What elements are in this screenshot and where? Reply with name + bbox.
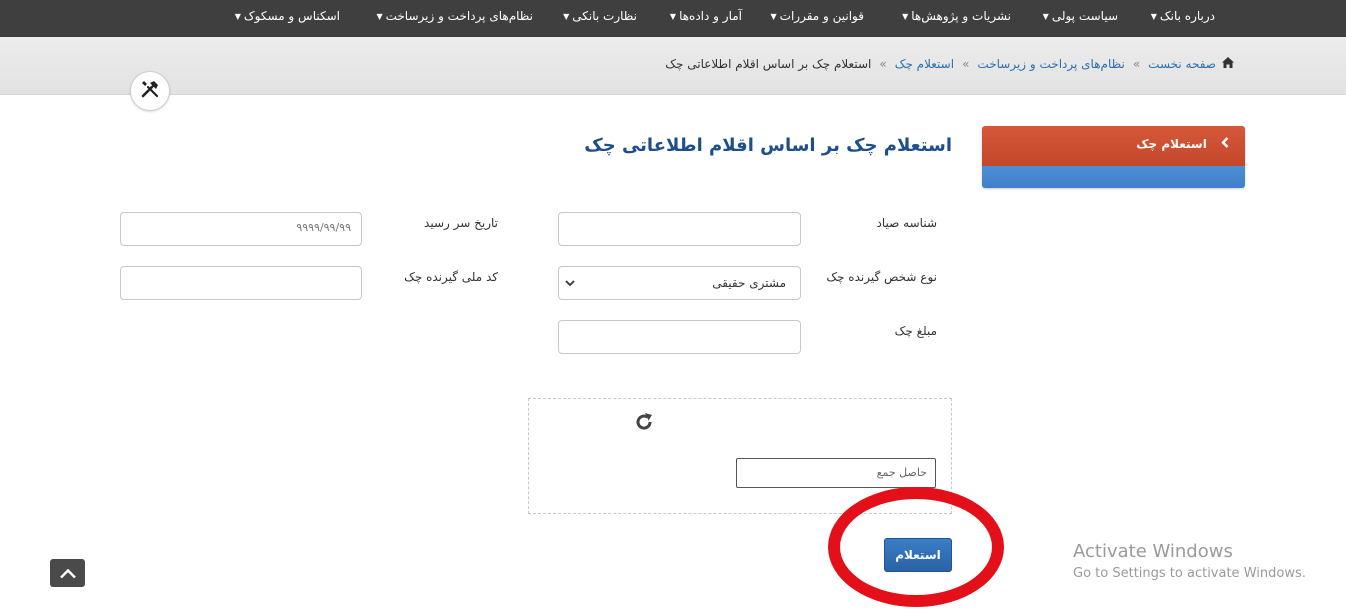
page-title: استعلام چک بر اساس اقلام اطلاعاتی چک bbox=[584, 135, 952, 156]
nav-item-statistics[interactable]: آمار و داده‌ها▼ bbox=[670, 9, 742, 23]
chevron-left-icon bbox=[1217, 137, 1229, 151]
breadcrumb-payment-systems[interactable]: نظام‌های پرداخت و زیرساخت bbox=[977, 57, 1124, 71]
amount-label: مبلغ چک bbox=[894, 324, 937, 338]
caret-down-icon: ▼ bbox=[1042, 12, 1049, 21]
windows-activation-title: Activate Windows bbox=[1073, 541, 1233, 562]
tools-icon bbox=[140, 79, 160, 103]
home-icon[interactable] bbox=[1222, 57, 1234, 71]
sayad-id-label: شناسه صیاد bbox=[876, 216, 937, 230]
refresh-icon[interactable] bbox=[633, 411, 655, 437]
due-date-label: تاریخ سر رسید bbox=[424, 216, 498, 230]
nav-item-banknotes[interactable]: اسکناس و مسکوک▼ bbox=[235, 9, 340, 23]
nav-item-laws[interactable]: قوانین و مقررات▼ bbox=[771, 9, 865, 23]
caret-down-icon: ▼ bbox=[376, 12, 383, 21]
nav-item-publications[interactable]: نشریات و پژوهش‌ها▼ bbox=[902, 9, 1011, 23]
sayad-id-input[interactable] bbox=[558, 212, 801, 246]
caret-down-icon: ▼ bbox=[234, 12, 241, 21]
sidebar-item-cheque-inquiry[interactable]: استعلام چک bbox=[982, 126, 1245, 166]
nav-item-supervision[interactable]: نظارت بانکی▼ bbox=[563, 9, 637, 23]
chevron-down-icon bbox=[565, 276, 575, 290]
receiver-type-label: نوع شخص گیرنده چک bbox=[826, 270, 937, 284]
caret-down-icon: ▼ bbox=[1150, 12, 1157, 21]
captcha-input[interactable]: حاصل جمع bbox=[736, 458, 936, 488]
sidebar-menu: استعلام چک bbox=[982, 126, 1245, 188]
breadcrumb-separator: » bbox=[1132, 57, 1141, 71]
breadcrumb-separator: » bbox=[879, 57, 887, 71]
sidebar-item-label: استعلام چک bbox=[1136, 137, 1207, 151]
national-code-label: کد ملی گیرنده چک bbox=[404, 270, 498, 284]
breadcrumb-current: استعلام چک بر اساس اقلام اطلاعاتی چک bbox=[665, 57, 872, 71]
caret-down-icon: ▼ bbox=[770, 12, 777, 21]
breadcrumb-bar: صفحه نخست » نظام‌های پرداخت و زیرساخت » استع… bbox=[0, 37, 1346, 95]
amount-input[interactable] bbox=[558, 320, 801, 354]
caret-down-icon: ▼ bbox=[563, 12, 570, 21]
national-code-input[interactable] bbox=[120, 266, 362, 300]
top-navigation: درباره بانک▼ سیاست پولی▼ نشریات و پژوهش‌… bbox=[0, 0, 1346, 37]
breadcrumb-separator: » bbox=[962, 57, 970, 71]
annotation-circle bbox=[828, 487, 1004, 607]
receiver-type-value: مشتری حقیقی bbox=[712, 276, 786, 290]
windows-activation-subtitle: Go to Settings to activate Windows. bbox=[1073, 566, 1306, 581]
scroll-top-button[interactable] bbox=[50, 559, 85, 587]
nav-item-about[interactable]: درباره بانک▼ bbox=[1151, 9, 1215, 23]
due-date-input[interactable]: ۹۹۹۹/۹۹/۹۹ bbox=[120, 212, 362, 246]
caret-down-icon: ▼ bbox=[902, 12, 909, 21]
nav-item-monetary-policy[interactable]: سیاست پولی▼ bbox=[1043, 9, 1118, 23]
caret-down-icon: ▼ bbox=[669, 12, 677, 21]
tools-button[interactable] bbox=[130, 71, 170, 111]
sidebar-item-secondary[interactable] bbox=[982, 166, 1245, 188]
nav-item-payment-systems[interactable]: نظام‌های پرداخت و زیرساخت▼ bbox=[376, 9, 533, 23]
breadcrumb: صفحه نخست » نظام‌های پرداخت و زیرساخت » استع… bbox=[665, 57, 1234, 71]
breadcrumb-home[interactable]: صفحه نخست bbox=[1148, 57, 1216, 71]
chevron-up-icon bbox=[59, 564, 77, 583]
breadcrumb-cheque-inquiry[interactable]: استعلام چک bbox=[895, 57, 954, 71]
receiver-type-select[interactable]: مشتری حقیقی bbox=[558, 266, 801, 300]
